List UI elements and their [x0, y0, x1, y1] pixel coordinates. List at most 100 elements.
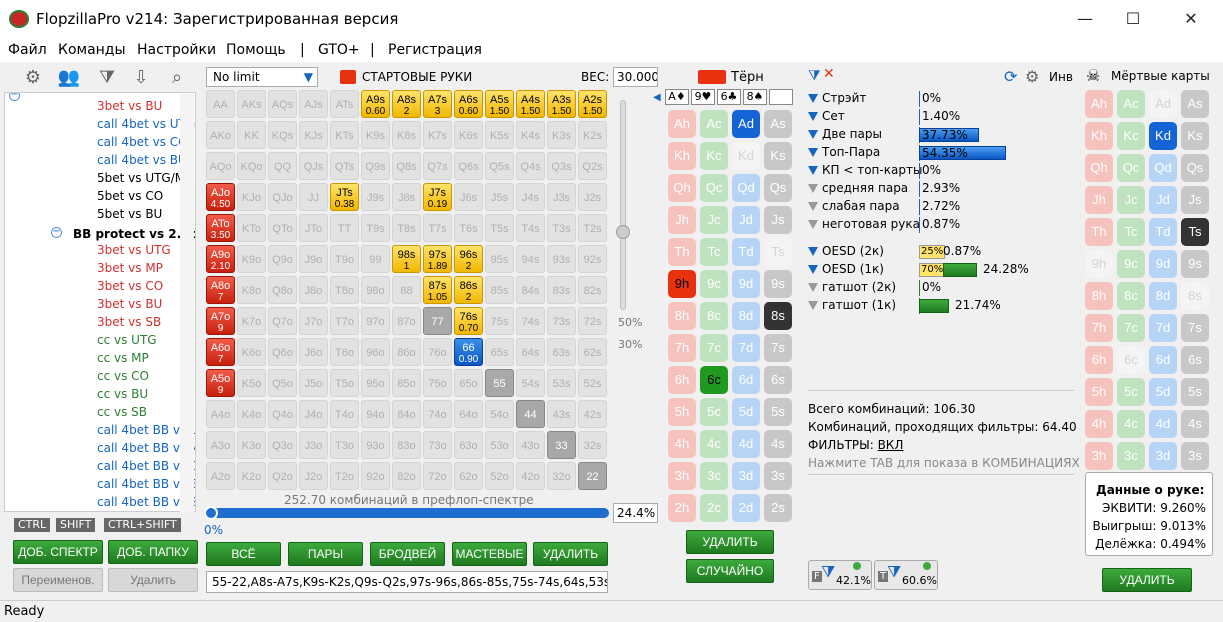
- card-4d[interactable]: 4d: [732, 430, 760, 458]
- hand-cell[interactable]: A7o 9: [206, 307, 235, 335]
- hand-cell[interactable]: J3o: [299, 431, 328, 459]
- tree-item[interactable]: 3bet vs SB: [97, 313, 161, 331]
- tree-item[interactable]: cc vs SB: [97, 403, 147, 421]
- card-Jh[interactable]: Jh: [1085, 186, 1113, 214]
- hand-cell[interactable]: 42s: [578, 400, 607, 428]
- hand-cell[interactable]: J7o: [299, 307, 328, 335]
- hand-cell[interactable]: 97o: [361, 307, 390, 335]
- hand-cell[interactable]: A6o 7: [206, 338, 235, 366]
- funnel-icon[interactable]: [808, 301, 818, 310]
- card-Kc[interactable]: Kc: [700, 142, 728, 170]
- card-6c[interactable]: 6c: [1117, 346, 1145, 374]
- card-Qc[interactable]: Qc: [1117, 154, 1145, 182]
- hand-cell[interactable]: 72o: [423, 462, 452, 490]
- hand-cell[interactable]: 33: [547, 431, 576, 459]
- card-Js[interactable]: Js: [1181, 186, 1209, 214]
- hand-cell[interactable]: K2o: [237, 462, 266, 490]
- card-Ah[interactable]: Ah: [1085, 90, 1113, 118]
- funnel-icon[interactable]: [808, 166, 818, 175]
- hand-cell[interactable]: 98s 1: [392, 245, 421, 273]
- funnel-icon[interactable]: [808, 265, 818, 274]
- hand-cell[interactable]: 94s: [516, 245, 545, 273]
- hand-cell[interactable]: 43s: [547, 400, 576, 428]
- hand-cell[interactable]: 73s: [547, 307, 576, 335]
- card-9c[interactable]: 9c: [700, 270, 728, 298]
- card-Ts[interactable]: Ts: [764, 238, 792, 266]
- card-5d[interactable]: 5d: [732, 398, 760, 426]
- stat-row[interactable]: Стрэйт: [808, 91, 866, 105]
- hand-cell[interactable]: 66 0.90: [454, 338, 483, 366]
- hand-cell[interactable]: J4s: [516, 183, 545, 211]
- card-6h[interactable]: 6h: [1085, 346, 1113, 374]
- hand-cell[interactable]: KQo: [237, 152, 266, 180]
- card-5c[interactable]: 5c: [1117, 378, 1145, 406]
- hand-cell[interactable]: 22: [578, 462, 607, 490]
- hand-cell[interactable]: A3o: [206, 431, 235, 459]
- funnel-icon[interactable]: [808, 220, 818, 229]
- card-Qs[interactable]: Qs: [764, 174, 792, 202]
- menu-gto[interactable]: GTO+: [318, 42, 360, 58]
- hand-cell[interactable]: JTs 0.38: [330, 183, 359, 211]
- card-2h[interactable]: 2h: [668, 494, 696, 522]
- hand-cell[interactable]: 32o: [547, 462, 576, 490]
- hand-cell[interactable]: J7s 0.19: [423, 183, 452, 211]
- hand-cell[interactable]: 44: [516, 400, 545, 428]
- hand-cell[interactable]: ATo 3.50: [206, 214, 235, 242]
- range-delete-button[interactable]: УДАЛИТЬ: [533, 542, 608, 566]
- funnel-icon[interactable]: [808, 202, 818, 211]
- hand-cell[interactable]: 86o: [392, 338, 421, 366]
- hand-cell[interactable]: Q4s: [516, 152, 545, 180]
- card-Kh[interactable]: Kh: [1085, 122, 1113, 150]
- hand-cell[interactable]: 75s: [485, 307, 514, 335]
- hand-cell[interactable]: 52o: [485, 462, 514, 490]
- card-Kd[interactable]: Kd: [1149, 122, 1177, 150]
- hand-cell[interactable]: 97s 1.89: [423, 245, 452, 273]
- card-9h[interactable]: 9h: [668, 270, 696, 298]
- rename-button[interactable]: Переименов.: [13, 568, 103, 592]
- hand-cell[interactable]: 53s: [547, 369, 576, 397]
- hand-cell[interactable]: 96o: [361, 338, 390, 366]
- card-Qd[interactable]: Qd: [732, 174, 760, 202]
- tree-item[interactable]: 5bet vs BU: [97, 205, 162, 223]
- hand-cell[interactable]: T6o: [330, 338, 359, 366]
- hand-cell[interactable]: 87o: [392, 307, 421, 335]
- hand-cell[interactable]: KTs: [330, 121, 359, 149]
- users-icon[interactable]: 👥: [56, 66, 82, 90]
- hand-cell[interactable]: T7o: [330, 307, 359, 335]
- funnel-icon[interactable]: [808, 130, 818, 139]
- hand-cell[interactable]: 87s 1.05: [423, 276, 452, 304]
- hand-cell[interactable]: T3o: [330, 431, 359, 459]
- hand-cell[interactable]: 63s: [547, 338, 576, 366]
- flop-filter-button[interactable]: F ⧩ 42.1%: [808, 560, 872, 590]
- board-card-empty[interactable]: [769, 89, 793, 105]
- minimize-button[interactable]: —: [1074, 8, 1096, 30]
- card-5s[interactable]: 5s: [764, 398, 792, 426]
- card-3d[interactable]: 3d: [1149, 442, 1177, 470]
- hand-cell[interactable]: 62s: [578, 338, 607, 366]
- tree-item[interactable]: 3bet vs CO: [97, 277, 163, 295]
- menu-help[interactable]: Помощь: [226, 42, 286, 58]
- tree-item[interactable]: cc vs CO: [97, 367, 149, 385]
- filter-icon[interactable]: ⧩: [94, 66, 120, 90]
- range-string-input[interactable]: 55-22,A8s-A7s,K9s-K2s,Q9s-Q2s,97s-96s,86…: [206, 571, 608, 593]
- funnel-icon[interactable]: [808, 247, 818, 256]
- game-type-select[interactable]: No limit ▼: [206, 67, 318, 87]
- menu-settings[interactable]: Настройки: [137, 42, 216, 58]
- hand-cell[interactable]: 62o: [454, 462, 483, 490]
- card-4s[interactable]: 4s: [1181, 410, 1209, 438]
- funnel-icon[interactable]: [808, 148, 818, 157]
- tree-item[interactable]: 3bet vs MP: [97, 259, 163, 277]
- hand-cell[interactable]: A5s 1.50: [485, 90, 514, 118]
- hand-cell[interactable]: AJo 4.50: [206, 183, 235, 211]
- hand-cell[interactable]: AJs: [299, 90, 328, 118]
- card-Ac[interactable]: Ac: [700, 110, 728, 138]
- hand-cell[interactable]: A2s 1.50: [578, 90, 607, 118]
- hand-cell[interactable]: Q3s: [547, 152, 576, 180]
- range-tree[interactable]: − 3bet vs BU call 4bet vs UTG/call 4bet v…: [4, 92, 196, 512]
- card-Js[interactable]: Js: [764, 206, 792, 234]
- hand-cell[interactable]: J2s: [578, 183, 607, 211]
- select-all-button[interactable]: ВСЁ: [206, 542, 281, 566]
- turn-delete-button[interactable]: УДАЛИТЬ: [686, 530, 774, 554]
- hand-cell[interactable]: QJs: [299, 152, 328, 180]
- card-Tc[interactable]: Tc: [700, 238, 728, 266]
